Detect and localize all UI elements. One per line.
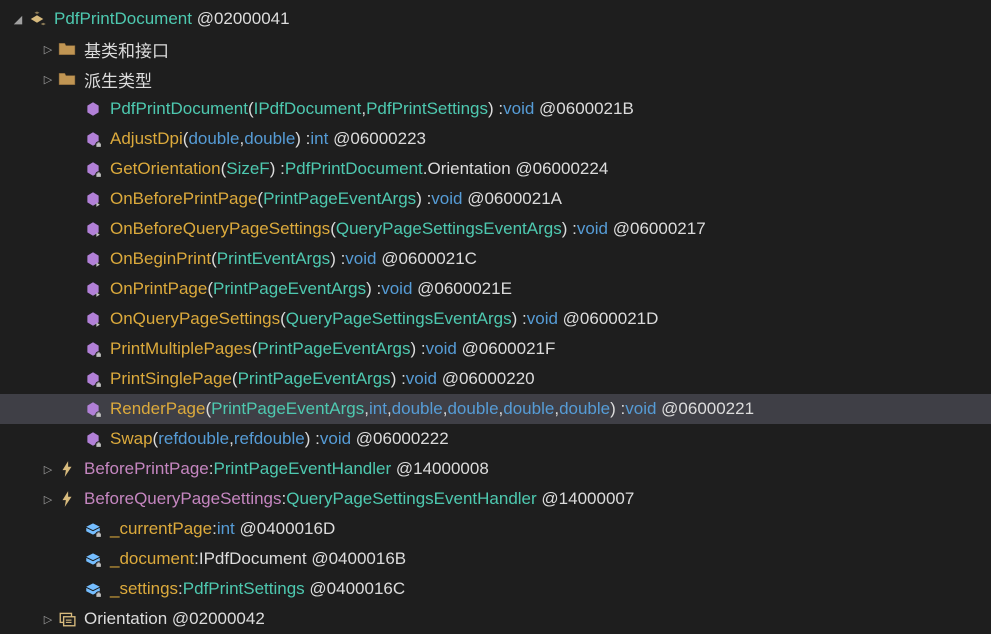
- folder-icon: [56, 71, 78, 87]
- expander-closed-icon[interactable]: ▷: [40, 463, 56, 476]
- expander-closed-icon[interactable]: ▷: [40, 73, 56, 86]
- method-protected-icon: [82, 310, 104, 328]
- tree-node-method[interactable]: PrintSinglePage(PrintPageEventArgs) : vo…: [0, 364, 991, 394]
- class-icon: [26, 9, 48, 29]
- field-name: _currentPage: [110, 519, 212, 539]
- method-name: PrintMultiplePages: [110, 339, 252, 359]
- method-name: OnBeginPrint: [110, 249, 211, 269]
- method-name: OnBeforePrintPage: [110, 189, 257, 209]
- method-private-icon: [82, 340, 104, 358]
- tree-node-method[interactable]: OnQueryPageSettings(QueryPageSettingsEve…: [0, 304, 991, 334]
- method-name: PrintSinglePage: [110, 369, 232, 389]
- method-name: OnBeforeQueryPageSettings: [110, 219, 330, 239]
- enum-icon: [56, 610, 78, 628]
- event-name: BeforeQueryPageSettings: [84, 489, 282, 509]
- folder-label: 派生类型: [84, 67, 152, 92]
- tree-node-method-selected[interactable]: RenderPage(PrintPageEventArgs, int, doub…: [0, 394, 991, 424]
- method-public-icon: [82, 100, 104, 118]
- tree-node-method[interactable]: GetOrientation(SizeF) : PdfPrintDocument…: [0, 154, 991, 184]
- method-protected-icon: [82, 250, 104, 268]
- tree-node-field[interactable]: _settings : PdfPrintSettings @0400016C: [0, 574, 991, 604]
- tree-node-method[interactable]: Swap(ref double, ref double) : void @060…: [0, 424, 991, 454]
- nested-type-name: Orientation: [84, 609, 167, 629]
- method-protected-icon: [82, 280, 104, 298]
- method-private-icon: [82, 160, 104, 178]
- expander-open-icon[interactable]: ◢: [10, 13, 26, 26]
- field-private-icon: [82, 550, 104, 568]
- method-private-icon: [82, 400, 104, 418]
- tree-node-event[interactable]: ▷ BeforePrintPage : PrintPageEventHandle…: [0, 454, 991, 484]
- event-name: BeforePrintPage: [84, 459, 209, 479]
- method-private-icon: [82, 370, 104, 388]
- field-private-icon: [82, 580, 104, 598]
- folder-label: 基类和接口: [84, 37, 169, 62]
- method-name: PdfPrintDocument: [110, 99, 248, 119]
- tree-node-nested-type[interactable]: ▷ Orientation @02000042: [0, 604, 991, 634]
- class-name: PdfPrintDocument: [54, 9, 192, 29]
- tree-node-field[interactable]: _document : IPdfDocument @0400016B: [0, 544, 991, 574]
- tree-node-method[interactable]: OnBeforePrintPage(PrintPageEventArgs) : …: [0, 184, 991, 214]
- tree-node-method[interactable]: PdfPrintDocument(IPdfDocument, PdfPrintS…: [0, 94, 991, 124]
- method-private-icon: [82, 130, 104, 148]
- tree-node-method[interactable]: PrintMultiplePages(PrintPageEventArgs) :…: [0, 334, 991, 364]
- method-name: GetOrientation: [110, 159, 221, 179]
- method-protected-icon: [82, 190, 104, 208]
- method-name: Swap: [110, 429, 153, 449]
- tree-node-folder[interactable]: ▷ 基类和接口: [0, 34, 991, 64]
- tree-node-method[interactable]: OnBeginPrint(PrintEventArgs) : void @060…: [0, 244, 991, 274]
- method-name: AdjustDpi: [110, 129, 183, 149]
- method-name: OnQueryPageSettings: [110, 309, 280, 329]
- tree-node-event[interactable]: ▷ BeforeQueryPageSettings : QueryPageSet…: [0, 484, 991, 514]
- event-icon: [56, 490, 78, 508]
- method-protected-icon: [82, 220, 104, 238]
- token-id: @02000041: [192, 9, 290, 29]
- tree-node-method[interactable]: OnBeforeQueryPageSettings(QueryPageSetti…: [0, 214, 991, 244]
- tree-node-class[interactable]: ◢ PdfPrintDocument @02000041: [0, 4, 991, 34]
- tree-node-field[interactable]: _currentPage : int @0400016D: [0, 514, 991, 544]
- method-private-icon: [82, 430, 104, 448]
- method-name: RenderPage: [110, 399, 205, 419]
- folder-icon: [56, 41, 78, 57]
- expander-closed-icon[interactable]: ▷: [40, 43, 56, 56]
- field-name: _settings: [110, 579, 178, 599]
- tree-node-method[interactable]: AdjustDpi(double, double) : int @0600022…: [0, 124, 991, 154]
- field-private-icon: [82, 520, 104, 538]
- expander-closed-icon[interactable]: ▷: [40, 493, 56, 506]
- tree-node-folder[interactable]: ▷ 派生类型: [0, 64, 991, 94]
- event-icon: [56, 460, 78, 478]
- expander-closed-icon[interactable]: ▷: [40, 613, 56, 626]
- method-name: OnPrintPage: [110, 279, 207, 299]
- tree-node-method[interactable]: OnPrintPage(PrintPageEventArgs) : void @…: [0, 274, 991, 304]
- field-name: _document: [110, 549, 194, 569]
